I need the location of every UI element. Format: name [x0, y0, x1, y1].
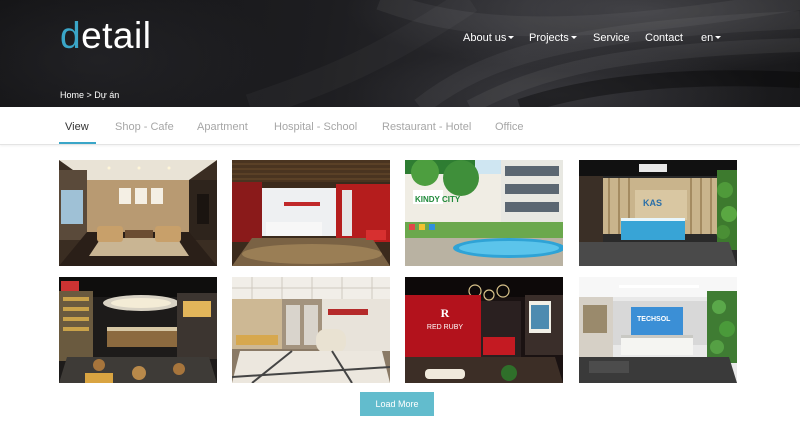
project-thumbnail-office-reception[interactable]: KAS [579, 160, 737, 266]
project-thumbnail-school[interactable]: KINDY CITY [405, 160, 563, 266]
school-sign-text: KINDY CITY [415, 195, 461, 204]
category-tabs: View Shop - Cafe Apartment Hospital - Sc… [0, 107, 800, 145]
tab-hospital-school[interactable]: Hospital - School [274, 120, 357, 134]
project-thumbnail-red-lobby[interactable] [232, 160, 390, 266]
tab-shop-cafe[interactable]: Shop - Cafe [115, 120, 174, 134]
tab-office[interactable]: Office [495, 120, 524, 134]
red-lobby-image [232, 160, 390, 266]
nav-item-about-us[interactable]: About us [463, 31, 515, 45]
nav-label: en [701, 32, 714, 44]
nav-label: About us [463, 32, 507, 44]
project-thumbnail-lounge[interactable] [59, 160, 217, 266]
tab-restaurant-hotel[interactable]: Restaurant - Hotel [382, 120, 471, 134]
active-tab-indicator [59, 142, 96, 144]
tab-apartment[interactable]: Apartment [197, 120, 248, 134]
nav-label: Projects [529, 32, 569, 44]
main-nav: About us Projects Service Contact en [0, 31, 800, 47]
red-ruby-lounge-image: R RED RUBY [405, 277, 563, 383]
office-sign-text: KAS [643, 198, 662, 208]
nav-item-service[interactable]: Service [593, 31, 630, 45]
marble-lobby-image [232, 277, 390, 383]
svg-text:R: R [441, 306, 450, 320]
school-pool-image: KINDY CITY [405, 160, 563, 266]
food-court-image [59, 277, 217, 383]
project-thumbnail-red-ruby[interactable]: R RED RUBY [405, 277, 563, 383]
chevron-down-icon [508, 36, 515, 39]
project-thumbnail-blue-reception[interactable]: TECHSOL [579, 277, 737, 383]
nav-item-contact[interactable]: Contact [645, 31, 683, 45]
project-thumbnail-marble-lobby[interactable] [232, 277, 390, 383]
office-reception-image: KAS [579, 160, 737, 266]
nav-label: Service [593, 32, 630, 44]
breadcrumb: Home > Dự án [60, 90, 120, 100]
project-thumbnail-food-court[interactable] [59, 277, 217, 383]
red-ruby-sign-text: RED RUBY [427, 324, 464, 331]
reception-sign-text: TECHSOL [637, 316, 671, 323]
load-more-button[interactable]: Load More [360, 392, 434, 416]
lounge-interior-image [59, 160, 217, 266]
tab-view[interactable]: View [65, 120, 89, 134]
blue-reception-image: TECHSOL [579, 277, 737, 383]
header-banner: detail About us Projects Service Contact… [0, 0, 800, 107]
chevron-down-icon [570, 36, 577, 39]
nav-label: Contact [645, 32, 683, 44]
chevron-down-icon [715, 36, 722, 39]
nav-item-projects[interactable]: Projects [529, 31, 577, 45]
language-selector[interactable]: en [701, 31, 722, 45]
